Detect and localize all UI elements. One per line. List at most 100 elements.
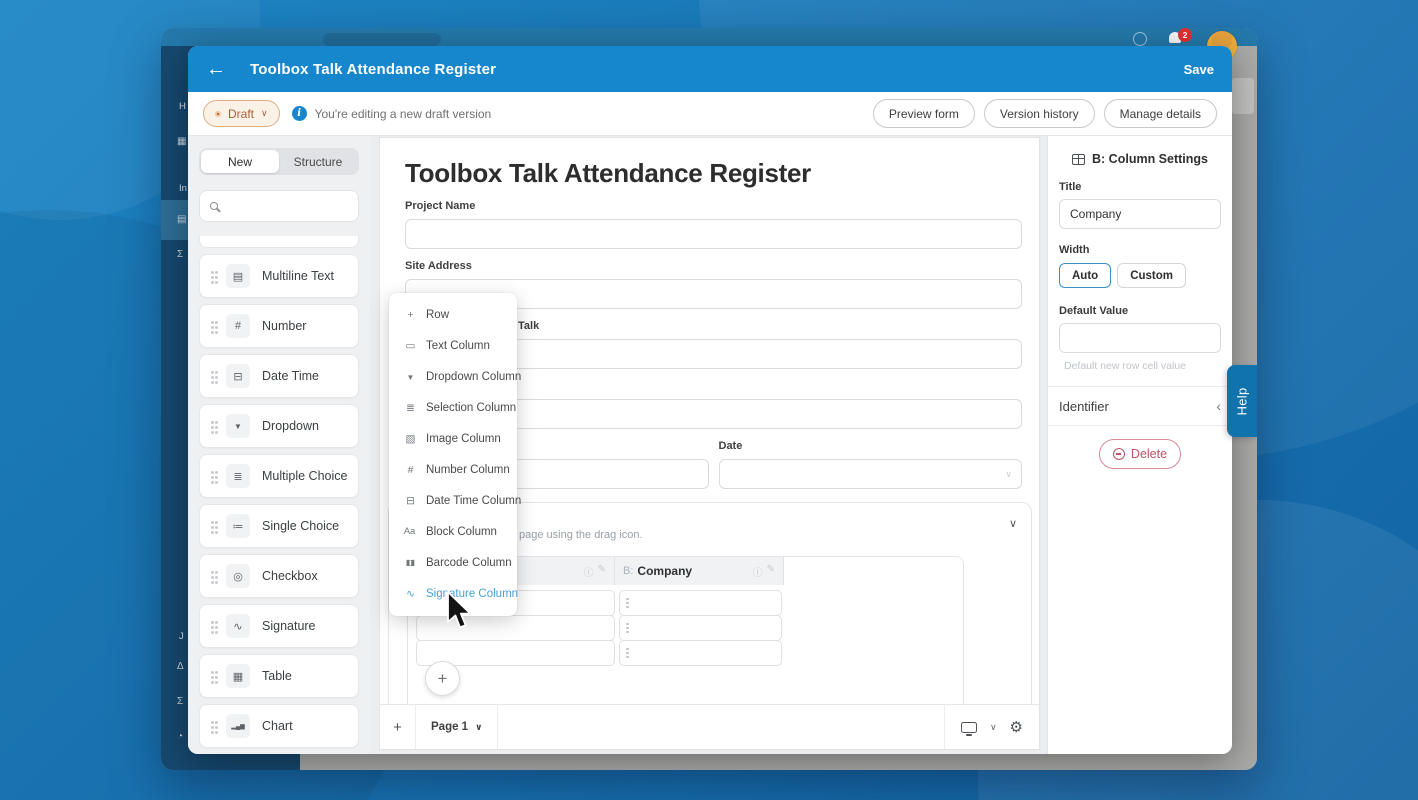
manage-details-button[interactable]: Manage details: [1104, 99, 1217, 128]
date-time-column-icon: ⊟: [402, 495, 417, 507]
selection-column-icon: ≣: [402, 402, 417, 414]
underlying-card: [1232, 78, 1254, 114]
menu-item-row[interactable]: +Row: [389, 300, 517, 331]
info-icon[interactable]: ⓘ: [753, 564, 763, 579]
menu-item-image-column[interactable]: ▧Image Column: [389, 424, 517, 455]
info-icon[interactable]: ⓘ: [584, 564, 594, 579]
palette-item-table[interactable]: ▦ Table: [199, 654, 359, 698]
palette-item-multiline-text[interactable]: ▤ Multiline Text: [199, 254, 359, 298]
date-input[interactable]: ∨: [719, 459, 1023, 489]
draft-status-dropdown[interactable]: Draft ∨: [203, 100, 280, 127]
minus-circle-icon: [1113, 448, 1125, 460]
single-choice-icon: ≔: [226, 514, 250, 538]
grid-icon: ▦: [177, 136, 186, 147]
palette-item-date-time[interactable]: ⊟ Date Time: [199, 354, 359, 398]
edit-icon[interactable]: ✎: [767, 564, 775, 579]
tab-structure[interactable]: Structure: [279, 150, 357, 173]
palette-item-chart[interactable]: ▂▄▆ Chart: [199, 704, 359, 748]
number-icon: #: [226, 314, 250, 338]
document-icon: ▤: [177, 214, 186, 225]
drag-handle-icon: [211, 421, 214, 424]
save-button[interactable]: Save: [1184, 62, 1214, 77]
chart-icon: ▂▄▆: [226, 714, 250, 738]
delete-label: Delete: [1131, 447, 1167, 461]
help-circle-icon: [1133, 32, 1147, 46]
collapse-chevron-icon[interactable]: ∨: [1009, 517, 1017, 530]
drag-handle-icon: [211, 671, 214, 674]
menu-item-selection-column[interactable]: ≣Selection Column: [389, 393, 517, 424]
chevron-collapse-icon: ‹: [1216, 398, 1221, 414]
menu-item-label: Date Time Column: [426, 495, 521, 507]
edit-icon[interactable]: ✎: [598, 564, 606, 579]
palette-item-label: Dropdown: [262, 419, 319, 433]
multiple-choice-icon: ≣: [226, 464, 250, 488]
default-value-input[interactable]: [1059, 323, 1221, 353]
table-cell-input[interactable]: [619, 615, 782, 641]
list-item-partial: [199, 236, 359, 248]
menu-item-barcode-column[interactable]: ▮▯▮Barcode Column: [389, 547, 517, 578]
width-custom-button[interactable]: Custom: [1117, 263, 1186, 288]
palette-item-multiple-choice[interactable]: ≣ Multiple Choice: [199, 454, 359, 498]
table-icon: [1072, 154, 1085, 165]
table-cell-input[interactable]: [619, 640, 782, 666]
width-options: Auto Custom: [1059, 263, 1221, 288]
dropdown-column-icon: ▼: [402, 373, 417, 382]
help-label: Help: [1235, 387, 1250, 415]
drag-handle-icon: [626, 598, 629, 601]
table-cell-input[interactable]: [619, 590, 782, 616]
column-letter: B:: [623, 565, 633, 577]
field-date[interactable]: Date ∨: [719, 429, 1023, 489]
palette-item-single-choice[interactable]: ≔ Single Choice: [199, 504, 359, 548]
version-history-button[interactable]: Version history: [984, 99, 1095, 128]
tab-new[interactable]: New: [201, 150, 279, 173]
identifier-section-toggle[interactable]: Identifier ‹: [1059, 387, 1221, 425]
palette-item-number[interactable]: # Number: [199, 304, 359, 348]
default-value-helper: Default new row cell value: [1059, 360, 1221, 372]
back-arrow-icon[interactable]: ←: [206, 58, 236, 81]
gear-icon[interactable]: ⚙: [1010, 718, 1023, 736]
page-selector[interactable]: Page 1 ∨: [416, 705, 498, 749]
palette-item-dropdown[interactable]: ▼ Dropdown: [199, 404, 359, 448]
field-project-name[interactable]: Project Name: [405, 200, 1022, 249]
palette-item-label: Checkbox: [262, 569, 318, 583]
delete-column-button[interactable]: Delete: [1099, 439, 1181, 469]
palette-item-signature[interactable]: ∿ Signature: [199, 604, 359, 648]
drag-handle-icon: [211, 471, 214, 474]
form-builder-modal: ← Toolbox Talk Attendance Register Save …: [188, 46, 1232, 754]
search-input[interactable]: [225, 199, 348, 213]
palette-item-checkbox[interactable]: ◎ Checkbox: [199, 554, 359, 598]
palette-item-label: Chart: [262, 719, 293, 733]
palette-search[interactable]: [199, 190, 359, 222]
menu-item-block-column[interactable]: AaBlock Column: [389, 516, 517, 547]
menu-item-number-column[interactable]: #Number Column: [389, 455, 517, 486]
column-title-input[interactable]: [1059, 199, 1221, 229]
field-label: Project Name: [405, 200, 1022, 213]
text-input[interactable]: [405, 219, 1022, 249]
menu-item-text-column[interactable]: ▭Text Column: [389, 331, 517, 362]
underlying-sidebar-item: J: [179, 631, 184, 642]
add-page-button[interactable]: +: [380, 705, 416, 749]
menu-item-dropdown-column[interactable]: ▼Dropdown Column: [389, 362, 517, 393]
preview-form-button[interactable]: Preview form: [873, 99, 975, 128]
form-icon: Σ: [177, 696, 183, 707]
chevron-down-icon[interactable]: ∨: [990, 722, 997, 733]
help-tab[interactable]: Help: [1227, 365, 1257, 437]
settings-panel-header: B: Column Settings: [1059, 152, 1221, 166]
underlying-sidebar-item: H: [179, 101, 186, 112]
device-preview-icon[interactable]: [961, 722, 977, 733]
table-column-b-header[interactable]: B: Company ⓘ ✎: [615, 557, 784, 585]
drag-handle-icon: [211, 321, 214, 324]
width-auto-button[interactable]: Auto: [1059, 263, 1111, 288]
menu-item-signature-column[interactable]: ∿Signature Column: [389, 578, 517, 609]
dropdown-icon: ▼: [226, 414, 250, 438]
form-title[interactable]: Toolbox Talk Attendance Register: [405, 158, 1022, 189]
menu-item-date-time-column[interactable]: ⊟Date Time Column: [389, 485, 517, 516]
table-cell-input[interactable]: [416, 615, 615, 641]
palette-item-label: Number: [262, 319, 306, 333]
draft-label: Draft: [228, 107, 254, 121]
add-row-button[interactable]: +: [425, 661, 460, 696]
field-label: Date: [719, 440, 1023, 453]
status-toolbar: Draft ∨ i You're editing a new draft ver…: [188, 92, 1232, 136]
add-column-menu: +Row ▭Text Column ▼Dropdown Column ≣Sele…: [389, 293, 517, 616]
palette-item-label: Single Choice: [262, 519, 339, 533]
